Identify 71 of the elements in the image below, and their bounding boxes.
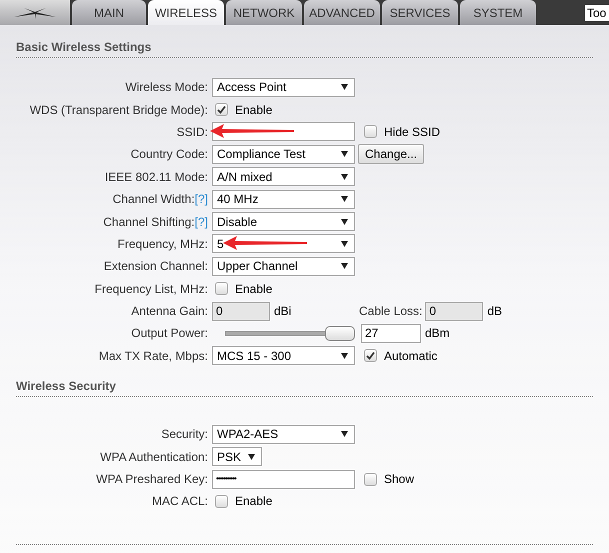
dropdown[interactable]: Upper Channel <box>212 256 355 276</box>
field-label: Channel Shifting: <box>103 214 195 231</box>
text-field[interactable]: 27 <box>361 324 421 343</box>
field-label: WPA Preshared Key: <box>96 471 208 488</box>
field-label: WDS (Transparent Bridge Mode): <box>30 102 208 119</box>
field-label: Security: <box>161 426 208 444</box>
checkbox-label: Enable <box>235 493 272 510</box>
field-label: Output Power: <box>131 325 208 342</box>
checkbox-label: Show <box>384 471 414 488</box>
caret-icon <box>341 174 348 180</box>
section-title: Basic Wireless Settings <box>16 39 152 56</box>
field-label: MAC ACL: <box>152 493 208 510</box>
caret-icon <box>341 151 348 158</box>
dropdown[interactable]: Access Point <box>212 78 355 97</box>
checkbox-label: Enable <box>235 102 272 119</box>
checkbox-label: Hide SSID <box>384 124 440 141</box>
dropdown[interactable]: PSK <box>212 447 262 466</box>
dropdown[interactable]: MCS 15 - 300 <box>212 346 355 366</box>
field-label: IEEE 802.11 Mode: <box>104 168 208 186</box>
dropdown[interactable]: 40 MHz <box>212 190 355 209</box>
unit-label: dB <box>487 303 502 320</box>
caret-icon <box>341 352 348 359</box>
logo-icon <box>12 6 58 18</box>
dropdown[interactable]: WPA2-AES <box>212 424 355 444</box>
caret-icon <box>341 431 348 438</box>
field-label: Channel Width: <box>112 191 195 208</box>
dropdown[interactable]: Compliance Test <box>212 144 355 164</box>
caret-icon <box>341 240 348 247</box>
tab[interactable]: ADVANCED <box>304 0 380 25</box>
caret-icon <box>341 196 348 202</box>
unit-label: dBi <box>274 303 292 320</box>
checkbox[interactable] <box>215 103 228 116</box>
field-label: WPA Authentication: <box>100 448 208 466</box>
text-field[interactable]: ••••••••••• <box>212 470 355 489</box>
checkbox-label: Automatic <box>384 348 438 365</box>
caret-icon <box>248 454 255 460</box>
checkbox[interactable] <box>364 472 377 486</box>
check-icon <box>217 105 226 114</box>
field-label: Max TX Rate, Mbps: <box>98 348 208 365</box>
field-label: Frequency List, MHz: <box>94 280 208 298</box>
tab[interactable]: WIRELESS <box>148 0 224 25</box>
tab[interactable]: SERVICES <box>382 0 458 25</box>
check-icon <box>366 351 375 360</box>
checkbox[interactable] <box>215 282 228 296</box>
caret-icon <box>341 84 348 90</box>
checkbox-label: Enable <box>235 280 272 298</box>
caret-icon <box>341 218 348 225</box>
caret-icon <box>341 263 348 270</box>
field-label: Wireless Mode: <box>125 79 208 96</box>
tab[interactable]: NETWORK <box>226 0 302 25</box>
field-label: Extension Channel: <box>104 258 208 276</box>
field-label: Antenna Gain: <box>131 303 208 320</box>
tab[interactable]: SYSTEM <box>460 0 536 25</box>
checkbox[interactable] <box>364 349 377 362</box>
slider-handle[interactable] <box>325 326 355 341</box>
text-field[interactable]: 0 <box>425 302 484 321</box>
unit-label: dBm <box>425 325 450 342</box>
tab[interactable]: MAIN <box>72 0 146 25</box>
text-field[interactable]: 0 <box>212 302 270 321</box>
field-label: Country Code: <box>130 146 208 164</box>
checkbox[interactable] <box>215 494 228 508</box>
dropdown[interactable]: Disable <box>212 212 355 232</box>
field-label: SSID: <box>176 124 208 141</box>
field-label: Frequency, MHz: <box>118 236 208 253</box>
slider[interactable] <box>225 326 355 341</box>
dropdown[interactable]: A/N mixed <box>212 167 355 186</box>
field-label: Cable Loss: <box>359 303 422 320</box>
section-title: Wireless Security <box>16 378 117 396</box>
change-button[interactable]: Change... <box>358 144 424 164</box>
tools-dropdown[interactable]: Too <box>585 4 609 20</box>
checkbox[interactable] <box>364 125 377 138</box>
